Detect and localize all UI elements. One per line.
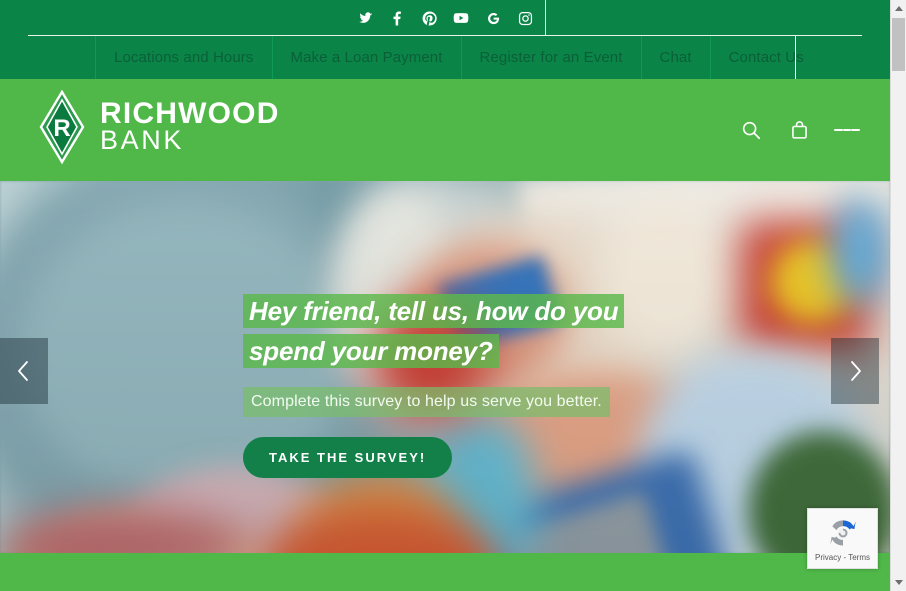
top-utility-bar: Locations and Hours Make a Loan Payment …: [0, 0, 890, 79]
hero-subtitle: Complete this survey to help us serve yo…: [243, 387, 610, 418]
svg-text:R: R: [53, 115, 70, 142]
nav-label: Register for an Event: [479, 49, 623, 66]
nav-label: Chat: [659, 49, 692, 66]
recaptcha-badge[interactable]: Privacy - Terms: [807, 508, 878, 569]
nav-chat[interactable]: Chat: [640, 36, 710, 79]
nav-make-a-loan-payment[interactable]: Make a Loan Payment: [271, 36, 461, 79]
social-divider: [545, 0, 546, 36]
nav-label: Make a Loan Payment: [290, 49, 443, 66]
youtube-icon[interactable]: [445, 0, 477, 36]
pinterest-icon[interactable]: [413, 0, 445, 36]
browser-viewport: Locations and Hours Make a Loan Payment …: [0, 0, 906, 591]
nav-contact-us[interactable]: Contact Us: [709, 36, 822, 79]
hero-content: Hey friend, tell us, how do you spend yo…: [243, 291, 673, 479]
menu-icon[interactable]: [834, 117, 861, 143]
triangle-down-icon: [894, 580, 903, 585]
slider-prev-button[interactable]: [0, 338, 48, 404]
browser-scrollbar[interactable]: [890, 0, 906, 591]
scrollbar-up-button[interactable]: [891, 0, 906, 17]
utility-nav: Locations and Hours Make a Loan Payment …: [0, 36, 822, 79]
menu-bar-3: [851, 129, 861, 131]
logo-wordmark: RICHWOOD BANK: [100, 96, 280, 156]
menu-bar-2: [842, 129, 852, 131]
hero-subtitle-wrap: Complete this survey to help us serve yo…: [243, 371, 673, 418]
google-icon[interactable]: [477, 0, 509, 36]
slider-next-button[interactable]: [831, 338, 879, 404]
recaptcha-privacy-terms[interactable]: Privacy - Terms: [815, 553, 870, 562]
hero-headline-wrap: Hey friend, tell us, how do you spend yo…: [243, 291, 673, 371]
nav-label: Locations and Hours: [114, 49, 254, 66]
logo-line-1: RICHWOOD: [100, 96, 280, 130]
hero-cta-wrap: TAKE THE SURVEY!: [243, 417, 673, 479]
social-links: [0, 0, 890, 36]
logo-diamond-icon: R: [38, 89, 86, 165]
twitter-icon[interactable]: [349, 0, 381, 36]
below-hero-green-band: [0, 553, 890, 591]
scrollbar-thumb[interactable]: [892, 18, 905, 71]
nav-register-for-an-event[interactable]: Register for an Event: [460, 36, 641, 79]
nav-label: Contact Us: [728, 49, 804, 66]
scrollbar-down-button[interactable]: [891, 574, 906, 591]
nav-locations-and-hours[interactable]: Locations and Hours: [95, 36, 272, 79]
recaptcha-icon: [829, 520, 856, 546]
hero-slider: Hey friend, tell us, how do you spend yo…: [0, 181, 890, 553]
logo-line-2: BANK: [100, 125, 184, 156]
instagram-icon[interactable]: [509, 0, 541, 36]
triangle-up-icon: [894, 6, 903, 11]
cart-icon[interactable]: [786, 117, 812, 143]
chevron-right-icon: [851, 361, 861, 381]
utility-nav-end-divider: [795, 36, 796, 79]
search-icon[interactable]: [738, 117, 764, 143]
page-content: Locations and Hours Make a Loan Payment …: [0, 0, 890, 591]
facebook-icon[interactable]: [381, 0, 413, 36]
header-actions: [738, 79, 861, 181]
hero-headline: Hey friend, tell us, how do you spend yo…: [243, 294, 625, 369]
site-header: R RICHWOOD BANK: [0, 79, 890, 181]
take-the-survey-button[interactable]: TAKE THE SURVEY!: [243, 437, 453, 479]
site-logo[interactable]: R RICHWOOD BANK: [38, 89, 280, 165]
chevron-left-icon: [18, 361, 28, 381]
menu-bar-1: [834, 129, 843, 131]
